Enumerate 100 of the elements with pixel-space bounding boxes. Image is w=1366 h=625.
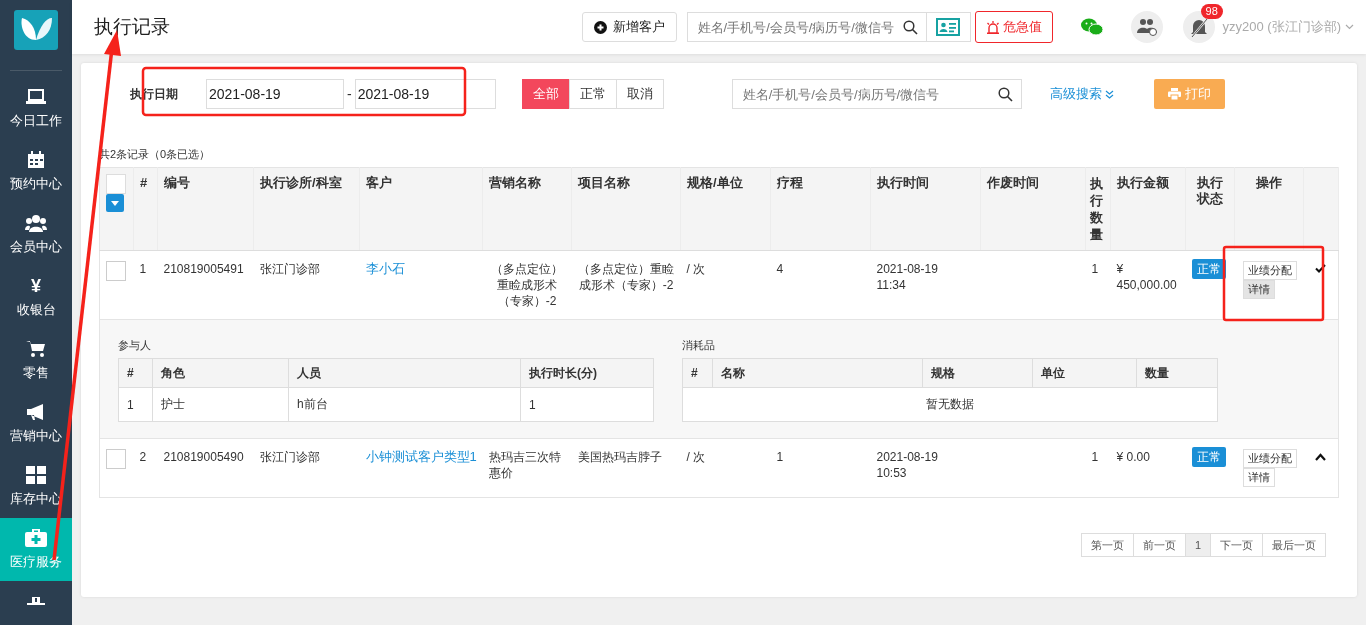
table-cell: ¥ 450,000.00 [1116, 262, 1177, 292]
alarm-icon [985, 20, 1000, 34]
medical-kit-icon [25, 528, 47, 547]
sidebar-item[interactable]: 零售 [0, 329, 72, 392]
id-card-button[interactable] [926, 12, 971, 42]
table-cell: 护士 [152, 387, 289, 422]
calendar-icon [27, 150, 45, 169]
critical-value-button[interactable]: 危急值 [974, 11, 1053, 43]
table-cell: 4 [776, 262, 784, 276]
sidebar-item[interactable]: 预约中心 [0, 140, 72, 203]
sidebar-item[interactable]: 营销中心 [0, 392, 72, 455]
column-header: 编号 [157, 167, 254, 251]
date-field[interactable]: 2021-08-19 [354, 79, 496, 109]
column-header: 数量 [1136, 358, 1218, 388]
status-tab[interactable]: 取消 [615, 79, 664, 109]
table-cell: ¥ 0.00 [1116, 450, 1150, 464]
status-badge: 正常 [1191, 259, 1226, 279]
action-button[interactable]: 业绩分配 [1242, 261, 1297, 280]
table-cell: 张江门诊部 [259, 262, 320, 276]
table-cell: 210819005491 [163, 262, 244, 276]
column-header: 规格/单位 [680, 167, 771, 251]
table-cell: 1 [776, 450, 784, 464]
checkbox[interactable] [106, 261, 126, 281]
empty-message: 暂无数据 [682, 387, 1218, 422]
sidebar-item[interactable]: ¥ 收银台 [0, 266, 72, 329]
table-cell: 210819005490 [163, 450, 244, 464]
checkbox[interactable] [106, 174, 126, 194]
chevron-down-icon [1345, 24, 1354, 30]
column-header: 规格 [922, 358, 1033, 388]
table-cell-text: 2021-08-19 11:34 [876, 261, 939, 293]
chevron-up-icon[interactable] [1315, 453, 1327, 461]
advanced-search-link[interactable]: 高级搜索 [1049, 85, 1114, 103]
notification-badge: 98 [1200, 4, 1223, 19]
section-title: 参与人 [118, 338, 152, 353]
pagination-button[interactable]: 前一页 [1132, 533, 1186, 557]
id-card-icon [936, 18, 961, 36]
column-header: 角色 [152, 358, 289, 388]
status-tab[interactable]: 全部 [521, 79, 570, 109]
action-button[interactable]: 详情 [1242, 280, 1275, 299]
table-cell: 1 [139, 262, 147, 276]
date-separator: - [347, 86, 352, 102]
column-header: 执行金额 [1110, 167, 1186, 251]
pagination-button[interactable]: 第一页 [1080, 533, 1134, 557]
column-header: # [118, 358, 153, 388]
laptop-icon [26, 87, 46, 106]
checkbox[interactable] [106, 449, 126, 469]
page-title: 执行记录 [94, 15, 170, 39]
column-header: 执行数量 [1085, 167, 1111, 251]
cart-icon [26, 339, 46, 358]
search-icon [902, 20, 918, 35]
table-cell: 2 [139, 450, 147, 464]
column-header: 客户 [359, 167, 483, 251]
table-cell: 美国热玛吉脖子 [577, 450, 662, 464]
sidebar-item[interactable]: 今日工作 [0, 77, 72, 140]
search-icon [997, 87, 1013, 102]
section-title: 消耗品 [682, 338, 716, 353]
column-header: 执行时长(分) [520, 358, 654, 388]
table-cell: h前台 [288, 387, 521, 422]
table-cell: 1 [520, 387, 654, 422]
users-icon [25, 213, 47, 232]
double-chevron-icon [1104, 89, 1114, 99]
action-button[interactable]: 业绩分配 [1242, 449, 1297, 468]
logo-icon [14, 10, 58, 50]
table-cell: / 次 [686, 450, 706, 464]
user-group-icon[interactable] [1130, 11, 1163, 43]
column-header: 人员 [288, 358, 521, 388]
search-field[interactable]: 姓名/手机号/会员号/病历号/微信号 [731, 79, 1022, 109]
table-cell: 1 [118, 387, 153, 422]
sidebar-item[interactable]: 会员中心 [0, 203, 72, 266]
check-icon[interactable] [1315, 264, 1327, 273]
column-header: 疗程 [770, 167, 871, 251]
search-field[interactable]: 姓名/手机号/会员号/病历号/微信号 [686, 12, 927, 42]
column-header: 名称 [712, 358, 923, 388]
column-header: 作废时间 [980, 167, 1086, 251]
chat-bubbles-icon[interactable] [1080, 18, 1103, 36]
column-header: 执行诊所/科室 [253, 167, 360, 251]
caret-icon [111, 200, 119, 206]
pagination-button[interactable]: 下一页 [1210, 533, 1263, 557]
status-badge: 正常 [1191, 447, 1226, 467]
new-customer-button[interactable]: 新增客户 [581, 12, 677, 42]
table-cell: 1 [1091, 450, 1099, 464]
column-header: 操作 [1234, 167, 1304, 251]
date-field[interactable]: 2021-08-19 [206, 79, 344, 109]
column-header: # [682, 358, 713, 388]
grid-icon [26, 465, 46, 484]
table-cell: 热玛吉三次特惠价 [488, 450, 561, 480]
dropdown-button[interactable] [106, 194, 124, 212]
column-header: 单位 [1032, 358, 1137, 388]
pagination-button[interactable]: 最后一页 [1262, 533, 1326, 557]
plus-circle-icon [593, 20, 607, 34]
table-cell: / 次 [686, 262, 706, 276]
status-tab[interactable]: 正常 [568, 79, 617, 109]
table-cell-text: 2021-08-19 10:53 [876, 449, 939, 481]
table-cell: 张江门诊部 [259, 450, 320, 464]
column-header: 执行状态 [1185, 167, 1235, 251]
customer-link[interactable]: 小钟测试客户类型1 [365, 449, 477, 464]
column-header: 营销名称 [482, 167, 572, 251]
action-button[interactable]: 详情 [1242, 468, 1275, 487]
customer-link[interactable]: 李小石 [365, 261, 405, 276]
column-header: 项目名称 [571, 167, 681, 251]
